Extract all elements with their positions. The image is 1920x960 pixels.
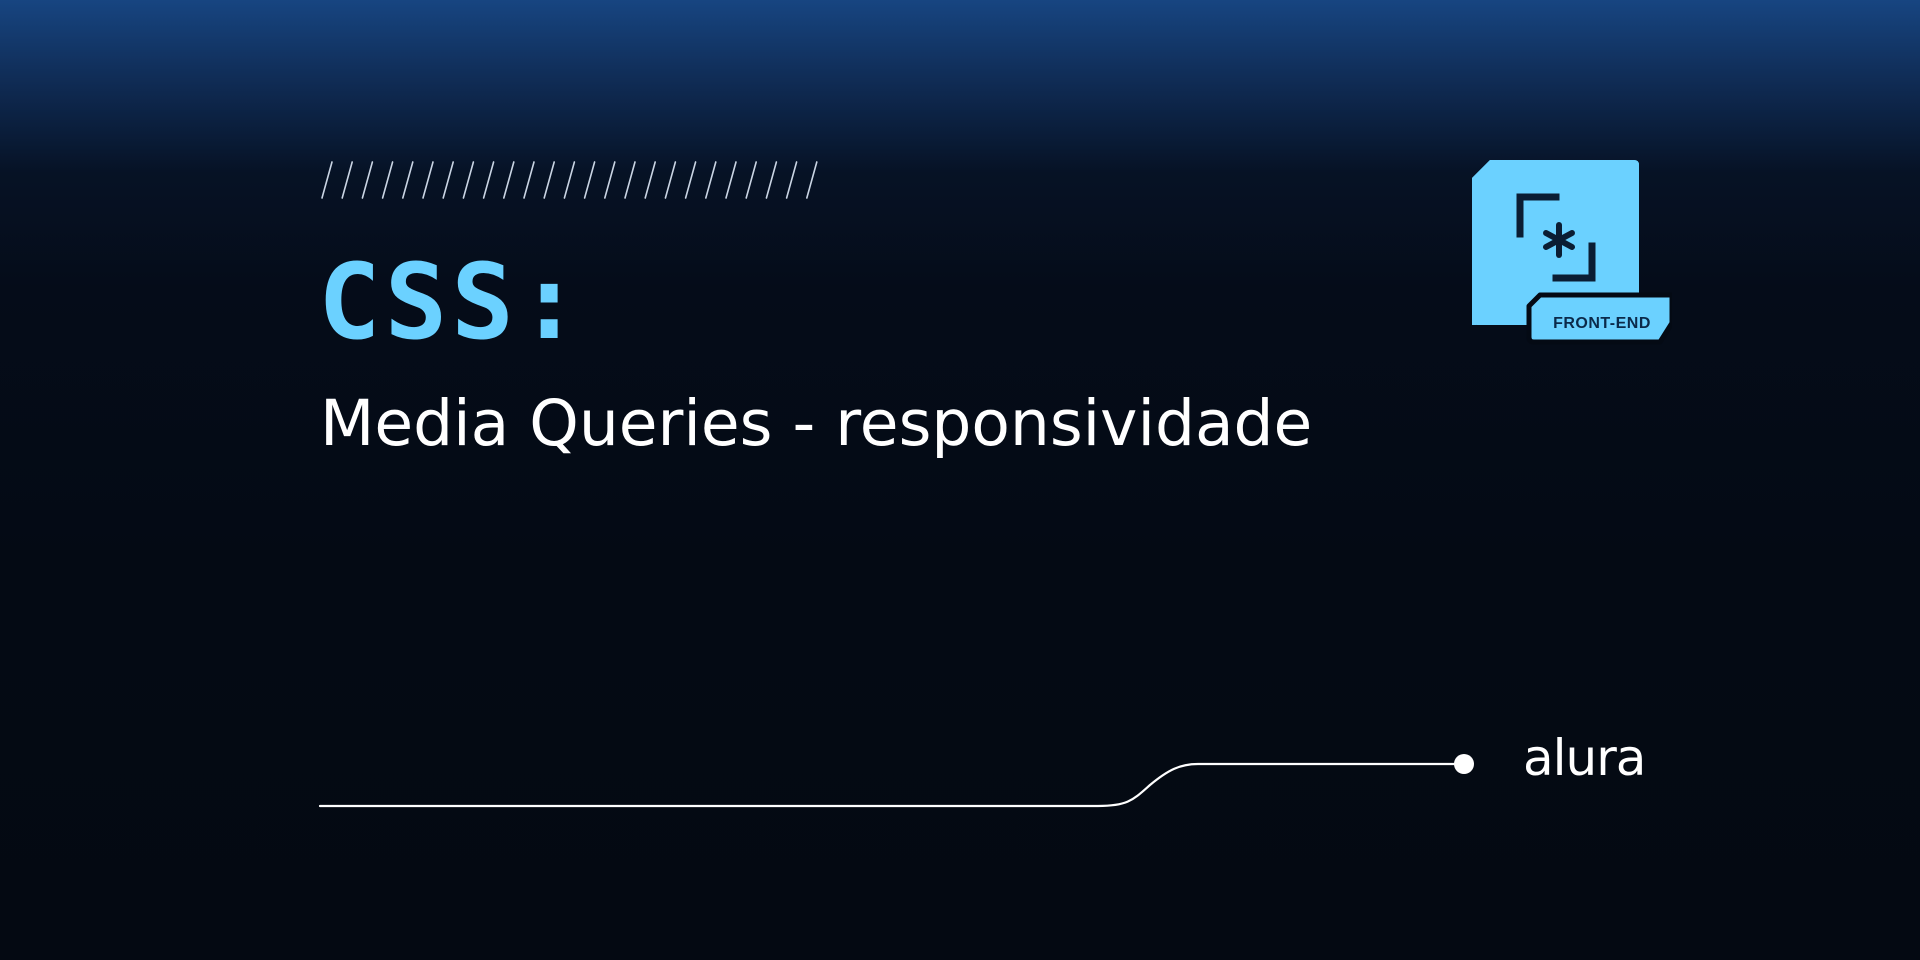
alura-logo: alura [1523,729,1646,787]
hatch-line [704,161,717,199]
hatch-line [805,161,818,199]
hatch-line [725,161,737,199]
course-title: Media Queries - responsividade [320,387,1313,460]
hatch-line [583,161,596,199]
hatch-line [462,161,475,199]
hatch-line [624,161,636,199]
hatch-line [684,161,697,199]
hatch-line [523,161,535,199]
hatch-line [361,161,374,199]
course-banner: CSS: Media Queries - responsividade FRON… [0,0,1920,960]
hatch-line [644,161,657,199]
hatch-line [603,161,616,199]
hatch-line [482,161,495,199]
hatch-line [664,161,677,199]
hatch-line [543,161,555,199]
hatch-line [503,161,515,199]
hatch-line [402,161,414,199]
hatch-line [341,161,354,199]
hatch-line [745,161,758,199]
hatch-line [785,161,798,199]
hatch-line [422,161,434,199]
connector-line-decoration [318,754,1474,808]
diagonal-hatch-decoration [321,161,818,199]
hatch-line [442,161,454,199]
hatch-line [381,161,394,199]
hatch-line [563,161,576,199]
category-title: CSS: [318,241,585,363]
hatch-line [765,161,778,199]
hatch-line [321,161,333,199]
badge-label: FRONT-END [1553,315,1651,332]
